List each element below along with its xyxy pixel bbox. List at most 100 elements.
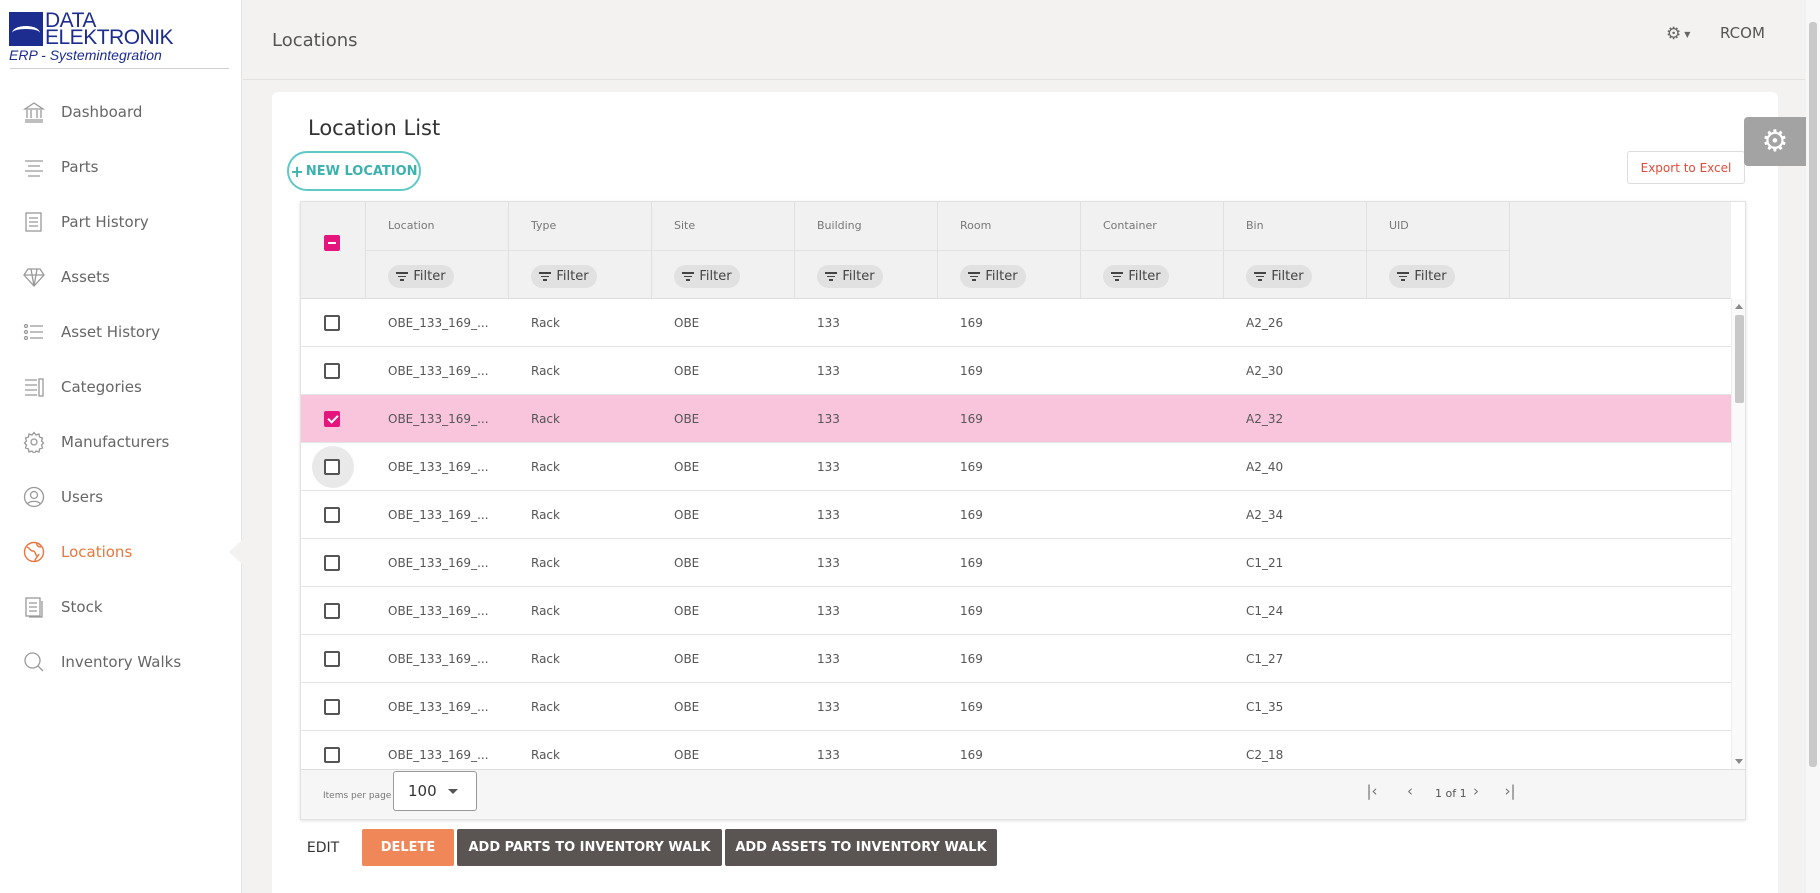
- table-row[interactable]: OBE_133_169_... Rack OBE 133 169 A2_40: [301, 443, 1731, 491]
- column-title[interactable]: Type: [531, 219, 556, 232]
- filter-icon: [1254, 270, 1267, 283]
- edit-button[interactable]: EDIT: [300, 829, 346, 866]
- table-row[interactable]: OBE_133_169_... Rack OBE 133 169 C1_21: [301, 539, 1731, 587]
- row-checkbox[interactable]: [324, 315, 340, 331]
- cell-site: OBE: [674, 604, 700, 618]
- column-header-site: Site Filter: [652, 202, 795, 299]
- filter-button[interactable]: Filter: [531, 265, 597, 288]
- cell-building: 133: [817, 652, 840, 666]
- sidebar-item-label: Locations: [61, 542, 133, 561]
- column-title[interactable]: Container: [1103, 219, 1157, 232]
- filter-icon: [396, 270, 409, 283]
- row-checkbox[interactable]: [324, 459, 340, 475]
- settings-menu-button[interactable]: ⚙ ▼: [1666, 22, 1700, 46]
- row-checkbox[interactable]: [324, 651, 340, 667]
- cell-site: OBE: [674, 556, 700, 570]
- chevron-down-icon: [448, 789, 458, 794]
- filter-button[interactable]: Filter: [1103, 265, 1169, 288]
- sidebar-item-assets[interactable]: Assets: [0, 249, 242, 304]
- new-location-button[interactable]: + NEW LOCATION: [287, 151, 421, 191]
- column-title[interactable]: Bin: [1246, 219, 1264, 232]
- filter-button[interactable]: Filter: [388, 265, 454, 288]
- cell-type: Rack: [531, 604, 560, 618]
- gear-icon: ⚙: [1761, 124, 1789, 159]
- row-checkbox[interactable]: [324, 555, 340, 571]
- column-title[interactable]: Site: [674, 219, 695, 232]
- items-per-page-select[interactable]: 100: [393, 771, 477, 811]
- user-menu[interactable]: RCOM: [1720, 24, 1765, 42]
- sidebar-item-manufacturers[interactable]: Manufacturers: [0, 414, 242, 469]
- locations-table: Location Filter Type Filter Site Filter Buildi…: [300, 201, 1746, 820]
- sidebar-item-part-history[interactable]: Part History: [0, 194, 242, 249]
- header-divider: [243, 79, 1805, 80]
- next-page-icon[interactable]: ›: [1466, 782, 1486, 800]
- first-page-icon[interactable]: |‹: [1362, 782, 1382, 800]
- table-row[interactable]: OBE_133_169_... Rack OBE 133 169 C1_27: [301, 635, 1731, 683]
- previous-page-icon[interactable]: ‹: [1400, 782, 1420, 800]
- row-checkbox[interactable]: [324, 411, 340, 427]
- page-scrollbar-thumb[interactable]: [1809, 22, 1817, 767]
- header-divider: [795, 250, 937, 251]
- cell-room: 169: [960, 604, 983, 618]
- table-row[interactable]: OBE_133_169_... Rack OBE 133 169 A2_26: [301, 299, 1731, 347]
- page-scrollbar[interactable]: [1806, 0, 1820, 893]
- header-divider: [938, 250, 1080, 251]
- add-assets-to-inventory-walk-button[interactable]: ADD ASSETS TO INVENTORY WALK: [725, 829, 997, 866]
- table-row[interactable]: OBE_133_169_... Rack OBE 133 169 C1_35: [301, 683, 1731, 731]
- table-row[interactable]: OBE_133_169_... Rack OBE 133 169 C2_18: [301, 731, 1731, 769]
- row-checkbox[interactable]: [324, 699, 340, 715]
- cell-room: 169: [960, 700, 983, 714]
- row-checkbox[interactable]: [324, 747, 340, 763]
- export-to-excel-button[interactable]: Export to Excel: [1627, 151, 1745, 184]
- sidebar-item-categories[interactable]: Categories: [0, 359, 242, 414]
- side-settings-button[interactable]: ⚙: [1744, 117, 1806, 166]
- last-page-icon[interactable]: ›|: [1500, 782, 1520, 800]
- cell-location: OBE_133_169_...: [388, 412, 489, 426]
- table-row[interactable]: OBE_133_169_... Rack OBE 133 169 A2_34: [301, 491, 1731, 539]
- sidebar-item-locations[interactable]: Locations: [0, 524, 243, 579]
- table-row[interactable]: OBE_133_169_... Rack OBE 133 169 A2_32: [301, 395, 1731, 443]
- filter-label: Filter: [842, 269, 875, 284]
- bank-icon: [22, 100, 46, 124]
- filter-label: Filter: [1128, 269, 1161, 284]
- filter-button[interactable]: Filter: [960, 265, 1026, 288]
- sidebar-item-asset-history[interactable]: Asset History: [0, 304, 242, 359]
- table-scrollbar[interactable]: [1731, 299, 1745, 769]
- column-title[interactable]: UID: [1389, 219, 1409, 232]
- filter-icon: [1397, 270, 1410, 283]
- table-footer: Items per page 100 |‹ ‹ 1 of 1 › ›|: [301, 769, 1745, 819]
- sidebar-item-dashboard[interactable]: Dashboard: [0, 84, 242, 139]
- scrollbar-thumb[interactable]: [1735, 315, 1744, 403]
- column-header-type: Type Filter: [509, 202, 652, 299]
- sidebar-item-stock[interactable]: Stock: [0, 579, 242, 634]
- column-title[interactable]: Building: [817, 219, 862, 232]
- filter-icon: [539, 270, 552, 283]
- scroll-down-icon[interactable]: [1735, 759, 1743, 764]
- cell-site: OBE: [674, 508, 700, 522]
- sidebar-item-users[interactable]: Users: [0, 469, 242, 524]
- company-logo[interactable]: DATA ELEKTRONIK ERP - Systemintegration: [9, 10, 229, 63]
- select-all-checkbox[interactable]: [324, 235, 340, 251]
- table-row[interactable]: OBE_133_169_... Rack OBE 133 169 C1_24: [301, 587, 1731, 635]
- filter-button[interactable]: Filter: [674, 265, 740, 288]
- filter-button[interactable]: Filter: [817, 265, 883, 288]
- delete-button[interactable]: DELETE: [362, 829, 454, 866]
- filter-button[interactable]: Filter: [1246, 265, 1312, 288]
- table-row[interactable]: OBE_133_169_... Rack OBE 133 169 A2_30: [301, 347, 1731, 395]
- cell-site: OBE: [674, 748, 700, 762]
- sidebar-item-parts[interactable]: Parts: [0, 139, 242, 194]
- cell-bin: C1_27: [1246, 652, 1284, 666]
- row-checkbox[interactable]: [324, 507, 340, 523]
- add-parts-to-inventory-walk-button[interactable]: ADD PARTS TO INVENTORY WALK: [457, 829, 722, 866]
- row-checkbox[interactable]: [324, 603, 340, 619]
- plus-icon: +: [290, 161, 304, 181]
- column-title[interactable]: Location: [388, 219, 435, 232]
- cell-type: Rack: [531, 652, 560, 666]
- column-title[interactable]: Room: [960, 219, 991, 232]
- items-per-page-value: 100: [408, 782, 437, 800]
- filter-button[interactable]: Filter: [1389, 265, 1455, 288]
- scroll-up-icon[interactable]: [1735, 304, 1743, 309]
- sidebar-item-inventory-walks[interactable]: Inventory Walks: [0, 634, 242, 689]
- cell-type: Rack: [531, 460, 560, 474]
- row-checkbox[interactable]: [324, 363, 340, 379]
